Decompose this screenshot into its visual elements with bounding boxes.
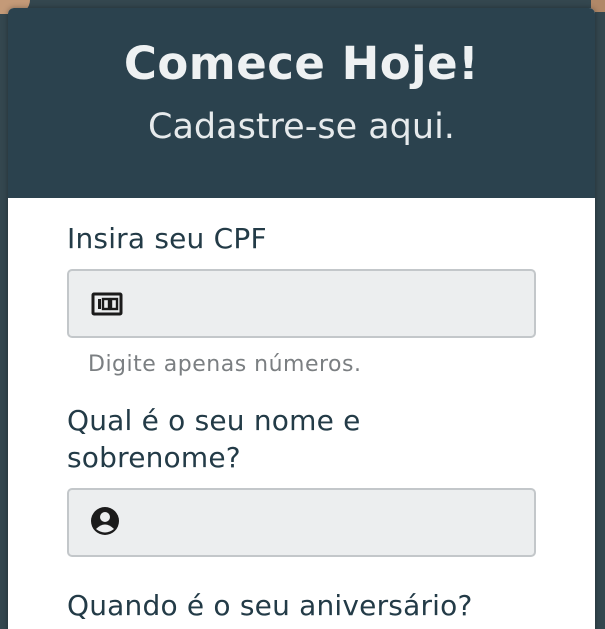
id-card-icon bbox=[91, 292, 123, 316]
cpf-input[interactable] bbox=[133, 271, 528, 336]
page-title: Comece Hoje! bbox=[123, 37, 480, 90]
card-header: Comece Hoje! Cadastre-se aqui. bbox=[8, 8, 595, 198]
name-label: Qual é o seu nome e sobrenome? bbox=[67, 402, 536, 476]
name-input-wrapper[interactable] bbox=[67, 488, 536, 557]
account-circle-icon bbox=[91, 507, 119, 535]
page-subtitle: Cadastre-se aqui. bbox=[148, 107, 455, 147]
signup-card: Comece Hoje! Cadastre-se aqui. Insira se… bbox=[8, 8, 595, 629]
birthday-label: Quando é o seu aniversário? bbox=[67, 589, 473, 622]
name-label-line2: sobrenome? bbox=[67, 441, 241, 474]
cpf-help-text: Digite apenas números. bbox=[88, 352, 362, 377]
name-input[interactable] bbox=[133, 490, 528, 555]
cpf-label: Insira seu CPF bbox=[67, 222, 267, 255]
signup-form: Insira seu CPF Digite apenas números. Qu… bbox=[8, 198, 595, 624]
name-label-line1: Qual é o seu nome e bbox=[67, 404, 361, 437]
cpf-input-wrapper[interactable] bbox=[67, 269, 536, 338]
